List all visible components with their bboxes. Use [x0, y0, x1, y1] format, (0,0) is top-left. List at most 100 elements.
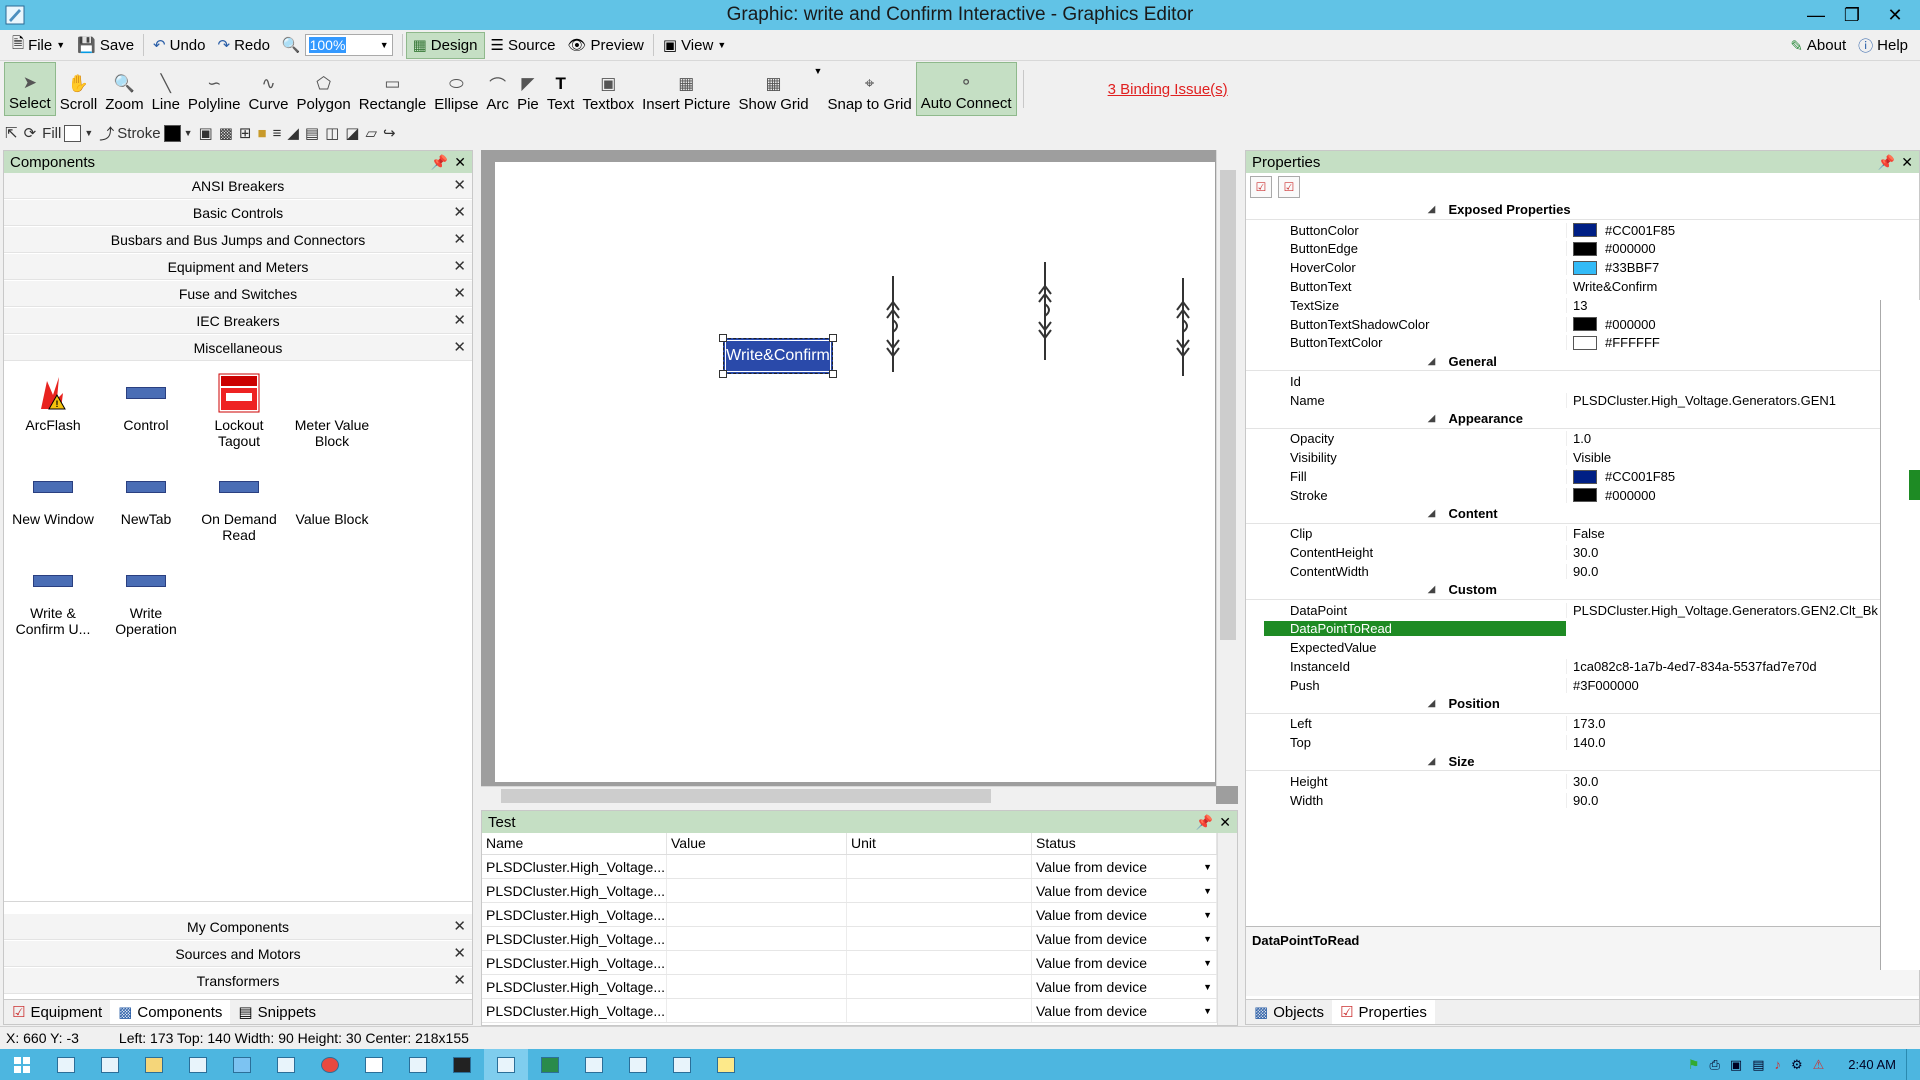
- tool-curve[interactable]: ∿ Curve: [244, 62, 292, 116]
- table-row[interactable]: PLSDCluster.High_Voltage... Value from de…: [482, 903, 1237, 927]
- tool-text[interactable]: T Text: [543, 62, 579, 116]
- taskbar-app-excel[interactable]: [528, 1049, 572, 1080]
- property-row[interactable]: Opacity 1.0: [1246, 430, 1919, 449]
- category-miscellaneous[interactable]: Miscellaneous ✕: [4, 335, 472, 361]
- property-value[interactable]: 1.0: [1566, 431, 1919, 447]
- chevron-down-icon[interactable]: ▼: [1203, 958, 1212, 968]
- property-value[interactable]: 30.0: [1566, 545, 1919, 561]
- tool-snap-to-grid[interactable]: ⌖ Snap to Grid: [823, 62, 915, 116]
- property-value[interactable]: 140.0: [1566, 735, 1919, 751]
- property-value[interactable]: #CC001F85: [1566, 222, 1919, 238]
- category-transformers[interactable]: Transformers ✕: [4, 968, 472, 994]
- chevron-down-icon[interactable]: ▼: [1203, 982, 1212, 992]
- tool-polyline[interactable]: ∽ Polyline: [184, 62, 245, 116]
- design-canvas[interactable]: Write&Confirm: [495, 162, 1215, 782]
- property-value[interactable]: Visible: [1566, 450, 1919, 466]
- table-row[interactable]: PLSDCluster.High_Voltage... Value from de…: [482, 855, 1237, 879]
- resize-handle[interactable]: [829, 370, 837, 378]
- property-category[interactable]: ◢ General: [1246, 352, 1919, 372]
- property-row[interactable]: ButtonEdge #000000: [1246, 240, 1919, 259]
- category-iec-breakers[interactable]: IEC Breakers ✕: [4, 308, 472, 334]
- tool-ellipse[interactable]: ⬭ Ellipse: [430, 62, 482, 116]
- binding-issues-link[interactable]: 3 Binding Issue(s): [1108, 81, 1228, 98]
- collapse-icon[interactable]: ◢: [1423, 356, 1441, 367]
- close-icon[interactable]: ✕: [1901, 154, 1913, 171]
- column-header-unit[interactable]: Unit: [847, 833, 1032, 854]
- property-row[interactable]: Left 173.0: [1246, 715, 1919, 734]
- property-category[interactable]: ◢ Position: [1246, 694, 1919, 714]
- close-icon[interactable]: ✕: [453, 176, 466, 194]
- component-new-window[interactable]: New Window: [8, 464, 98, 527]
- view-menu[interactable]: ▣ View ▼: [657, 32, 732, 59]
- property-value[interactable]: PLSDCluster.High_Voltage.Generators.GEN2…: [1566, 602, 1919, 618]
- design-tab[interactable]: ▦ Design: [405, 31, 485, 59]
- table-row[interactable]: PLSDCluster.High_Voltage... Value from de…: [482, 951, 1237, 975]
- cell-value[interactable]: [667, 951, 847, 974]
- tool-textbox[interactable]: ▣ Textbox: [578, 62, 638, 116]
- close-icon[interactable]: ✕: [453, 944, 466, 962]
- cell-status[interactable]: Value from device ▼: [1032, 855, 1217, 878]
- align-button[interactable]: ⊞: [239, 124, 252, 142]
- taskbar-app-service[interactable]: [616, 1049, 660, 1080]
- cell-status[interactable]: Value from device ▼: [1032, 879, 1217, 902]
- canvas-horizontal-scrollbar[interactable]: [481, 786, 1216, 804]
- show-desktop-button[interactable]: [1906, 1049, 1912, 1080]
- resize-handle[interactable]: [719, 334, 727, 342]
- property-value[interactable]: 90.0: [1566, 564, 1919, 580]
- property-value[interactable]: #CC001F85: [1566, 469, 1919, 485]
- test-scrollbar[interactable]: [1217, 833, 1237, 1025]
- side-flyout-panel[interactable]: [1880, 300, 1920, 970]
- pin-icon[interactable]: 📌: [1196, 814, 1213, 831]
- table-row[interactable]: PLSDCluster.High_Voltage... Value from de…: [482, 879, 1237, 903]
- save-button[interactable]: 💾 Save: [71, 32, 140, 59]
- property-value[interactable]: #000000: [1566, 316, 1919, 332]
- collapse-icon[interactable]: ◢: [1423, 204, 1441, 215]
- property-value[interactable]: #FFFFFF: [1566, 335, 1919, 351]
- property-category[interactable]: ◢ Custom: [1246, 580, 1919, 600]
- close-icon[interactable]: ✕: [453, 338, 466, 356]
- property-value[interactable]: 13: [1566, 297, 1919, 313]
- category-basic-controls[interactable]: Basic Controls ✕: [4, 200, 472, 226]
- taskbar-app-terminal[interactable]: [440, 1049, 484, 1080]
- component-arcflash[interactable]: ! ArcFlash: [8, 370, 98, 433]
- component-control[interactable]: Control: [101, 370, 191, 433]
- property-row[interactable]: ButtonTextColor #FFFFFF: [1246, 334, 1919, 353]
- size-button[interactable]: ▤: [305, 124, 319, 142]
- component-newtab[interactable]: NewTab: [101, 464, 191, 527]
- file-menu[interactable]: 🗎 File ▼: [6, 32, 71, 59]
- tab-equipment[interactable]: ☑ Equipment: [4, 1000, 110, 1024]
- collapse-icon[interactable]: ◢: [1423, 756, 1441, 767]
- property-value[interactable]: 1ca082c8-1a7b-4ed7-834a-5537fad7e70d: [1566, 659, 1919, 675]
- start-button[interactable]: [0, 1049, 44, 1080]
- printer-icon[interactable]: ⎙: [1709, 1057, 1719, 1073]
- service-tray-icon[interactable]: ⚙: [1791, 1057, 1803, 1073]
- property-row[interactable]: ContentHeight 30.0: [1246, 543, 1919, 562]
- tool-insert-picture[interactable]: ▦ Insert Picture: [638, 62, 734, 116]
- collapse-icon[interactable]: ◢: [1423, 508, 1441, 519]
- network-tray-icon[interactable]: ▤: [1752, 1057, 1764, 1073]
- taskbar-app-explorer[interactable]: [44, 1049, 88, 1080]
- undo-button[interactable]: ↶ Undo: [147, 32, 211, 59]
- category-busbars[interactable]: Busbars and Bus Jumps and Connectors ✕: [4, 227, 472, 253]
- write-confirm-button[interactable]: Write&Confirm: [723, 338, 833, 374]
- property-row[interactable]: Id: [1246, 372, 1919, 391]
- tab-snippets[interactable]: ▤ Snippets: [230, 1000, 324, 1024]
- property-row[interactable]: ExpectedValue: [1246, 638, 1919, 657]
- scroll-thumb[interactable]: [501, 789, 991, 803]
- property-row[interactable]: ContentWidth 90.0: [1246, 562, 1919, 581]
- cell-status[interactable]: Value from device ▼: [1032, 999, 1217, 1022]
- cell-value[interactable]: [667, 927, 847, 950]
- property-row[interactable]: Push #3F000000: [1246, 676, 1919, 695]
- property-row[interactable]: InstanceId 1ca082c8-1a7b-4ed7-834a-5537fa…: [1246, 657, 1919, 676]
- close-icon[interactable]: ✕: [453, 230, 466, 248]
- property-value[interactable]: 90.0: [1566, 792, 1919, 808]
- bring-front-button[interactable]: ◫: [325, 124, 339, 142]
- property-value[interactable]: Write&Confirm: [1566, 279, 1919, 295]
- taskbar-app-graphics-editor[interactable]: [484, 1049, 528, 1080]
- redo-button[interactable]: ↷ Redo: [211, 32, 275, 59]
- property-value[interactable]: PLSDCluster.High_Voltage.Generators.GEN1: [1566, 392, 1919, 408]
- property-row[interactable]: Width 90.0: [1246, 791, 1919, 810]
- tool-pie[interactable]: ◤ Pie: [513, 62, 543, 116]
- close-icon[interactable]: ✕: [454, 154, 466, 171]
- property-value[interactable]: #000000: [1566, 487, 1919, 503]
